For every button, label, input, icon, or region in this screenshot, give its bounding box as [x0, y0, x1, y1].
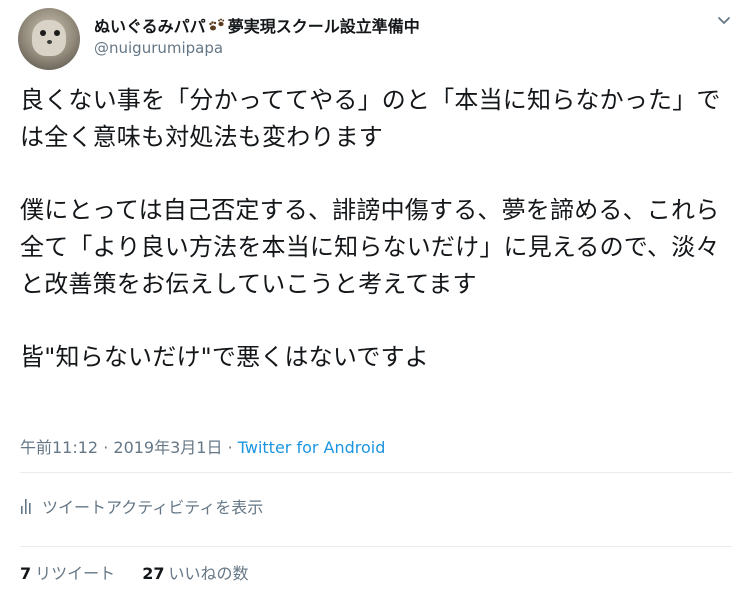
tweet-stats: 7 リツイート 27 いいねの数	[20, 560, 271, 584]
bar-chart-icon	[21, 499, 31, 514]
tweet-time[interactable]: 午前11:12	[20, 438, 98, 457]
display-name[interactable]: ぬいぐるみパパ 夢実現スクール設立準備中	[94, 13, 420, 37]
tweet-activity-label: ツイートアクティビティを表示	[42, 498, 264, 517]
tweet-metadata: 午前11:12 · 2019年3月1日 · Twitter for Androi…	[20, 434, 385, 458]
divider	[20, 472, 732, 473]
avatar-eye-right	[54, 30, 60, 36]
retweets-stat[interactable]: 7 リツイート	[20, 564, 115, 583]
tweet-card: ぬいぐるみパパ 夢実現スクール設立準備中 @nuigurumipapa 良くない…	[0, 0, 750, 601]
meta-separator: ·	[98, 438, 114, 457]
meta-separator: ·	[222, 438, 238, 457]
tweet-paragraph: 良くない事を「分かっててやる」のと「本当に知らなかった」では全く意味も対処法も変…	[20, 86, 721, 151]
likes-label: いいねの数	[168, 564, 249, 583]
paw-prints-icon	[208, 17, 226, 33]
avatar-eye-left	[40, 30, 46, 36]
avatar-face	[32, 20, 66, 56]
tweet-source-link[interactable]: Twitter for Android	[238, 438, 386, 457]
avatar-nose	[47, 40, 52, 44]
tweet-text: 良くない事を「分かっててやる」のと「本当に知らなかった」では全く意味も対処法も変…	[20, 82, 730, 376]
tweet-paragraph: 皆"知らないだけ"で悪くはないですよ	[20, 343, 429, 371]
likes-stat[interactable]: 27 いいねの数	[142, 564, 248, 583]
display-name-text: ぬいぐるみパパ	[94, 17, 206, 36]
tweet-activity-link[interactable]: ツイートアクティビティを表示	[20, 494, 263, 518]
tweet-date[interactable]: 2019年3月1日	[113, 438, 222, 457]
likes-count: 27	[142, 564, 165, 583]
avatar[interactable]	[18, 8, 80, 70]
retweets-label: リツイート	[35, 564, 116, 583]
user-handle[interactable]: @nuigurumipapa	[94, 39, 223, 57]
tweet-paragraph: 僕にとっては自己否定する、誹謗中傷する、夢を諦める、これら全て「より良い方法を本…	[20, 196, 720, 298]
chevron-down-icon[interactable]	[716, 12, 732, 28]
display-name-suffix: 夢実現スクール設立準備中	[227, 17, 420, 36]
divider	[20, 546, 732, 547]
retweets-count: 7	[20, 564, 32, 583]
